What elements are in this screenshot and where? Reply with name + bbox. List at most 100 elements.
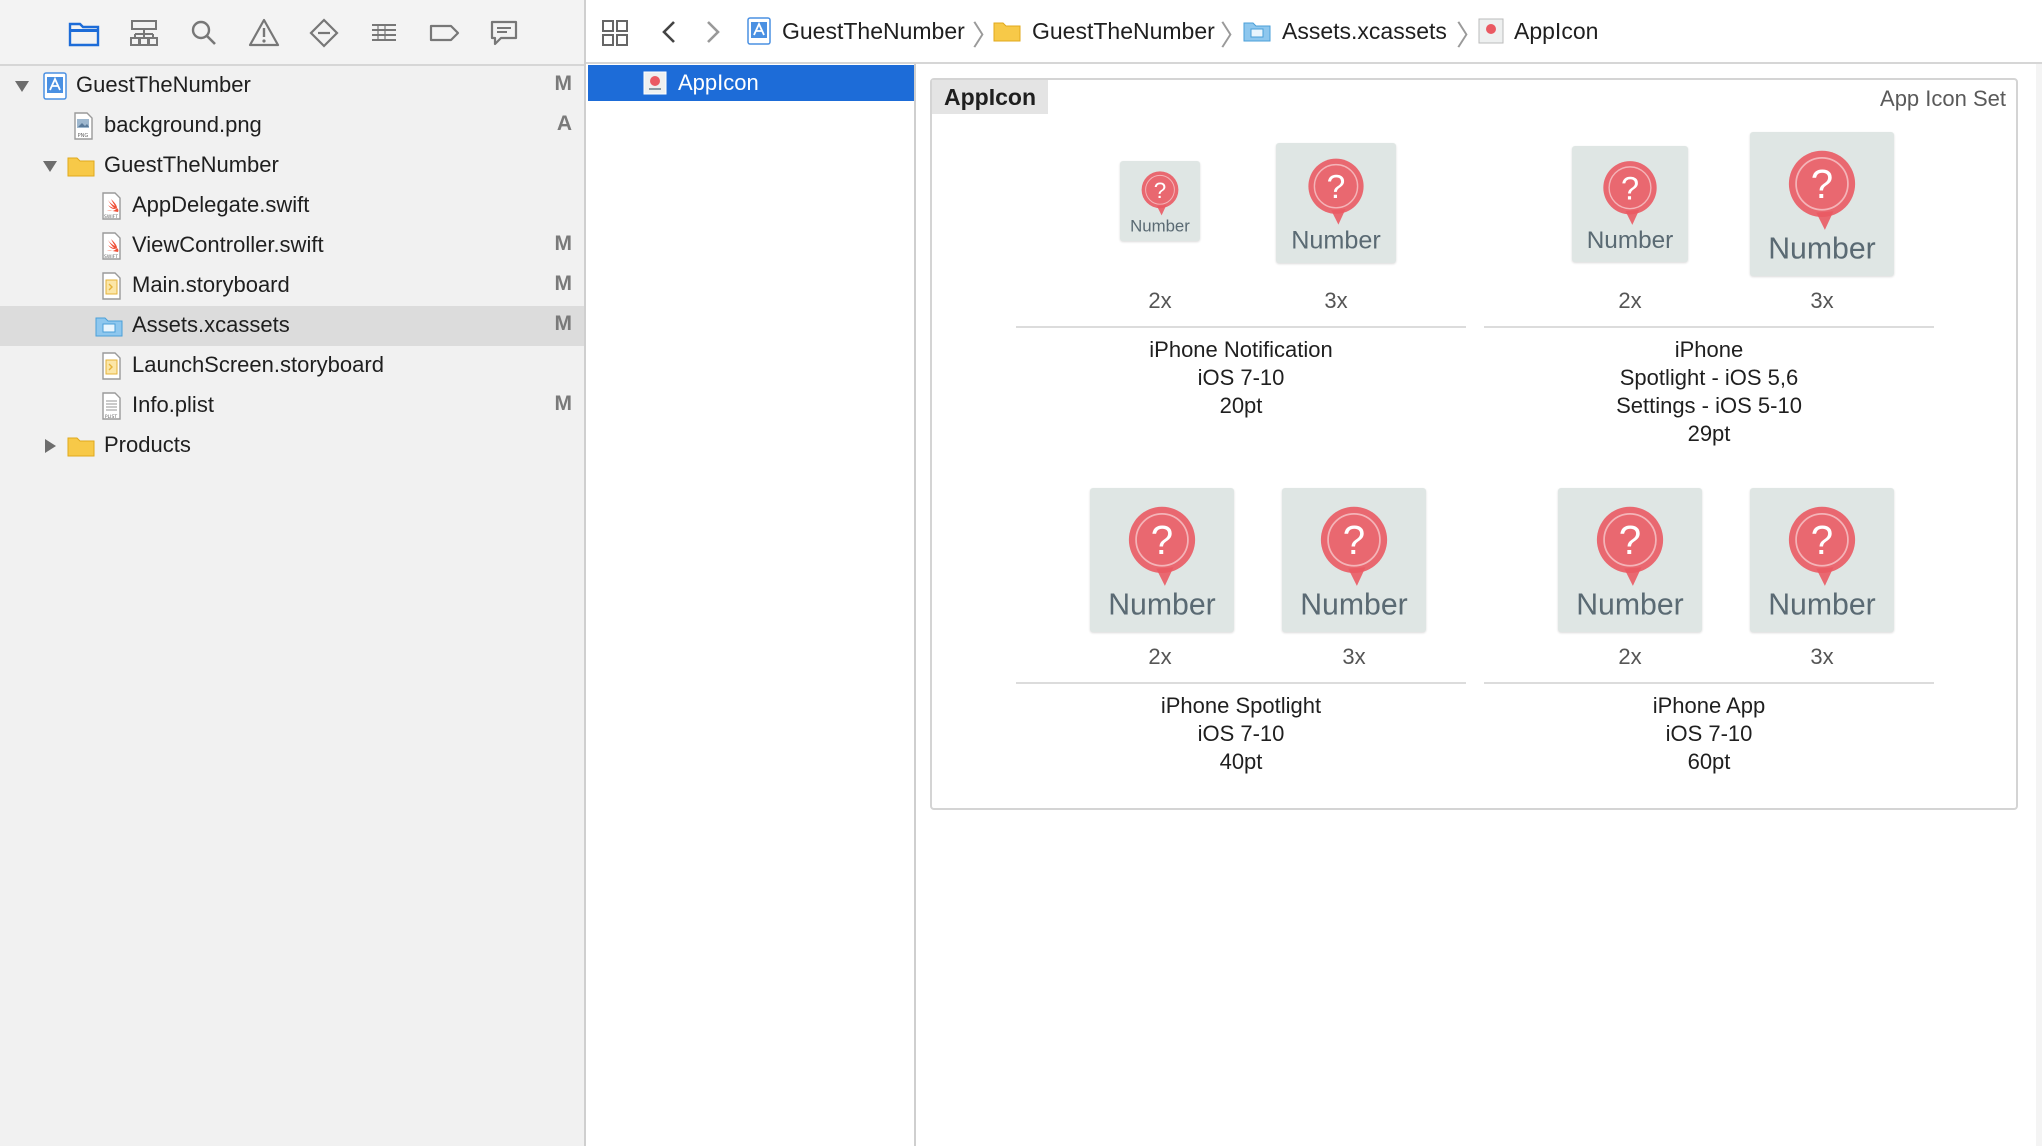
tree-label: GuestTheNumber (76, 72, 251, 97)
xcassets-folder-icon (95, 317, 123, 337)
set-type-label: App Icon Set (1880, 86, 2006, 111)
icon-caption-text: Number (1130, 216, 1190, 235)
icon-slot-notification-3x[interactable]: ? Number (1276, 143, 1396, 263)
tree-label: ViewController.swift (132, 232, 324, 257)
navigator-toolbar (0, 0, 584, 66)
png-file-icon: PNG (74, 112, 93, 140)
caption-line: iPhone (1674, 337, 1744, 362)
tree-row-background-png[interactable]: PNG background.png A (0, 106, 584, 146)
storyboard-icon (102, 352, 121, 380)
icon-slot-notification-2x[interactable]: ? Number (1120, 161, 1200, 241)
tree-row-viewcontroller[interactable]: SWIFT ViewController.swift M (0, 226, 584, 266)
tree-row-info-plist[interactable]: PLIST Info.plist M (0, 386, 584, 426)
caption-line: iPhone Notification (1149, 337, 1333, 362)
tree-row-main-storyboard[interactable]: Main.storyboard M (0, 266, 584, 306)
icon-slot-spotlight-2x[interactable]: ? Number (1090, 488, 1234, 632)
question-mark-text: ? (1343, 517, 1365, 563)
report-icon[interactable] (484, 14, 524, 52)
tree-row-products[interactable]: Products (0, 426, 584, 466)
debug-list-icon[interactable] (364, 14, 404, 52)
caption-line: 60pt (1687, 749, 1731, 774)
appicon-artwork-icon: ? Number (1300, 506, 1408, 622)
question-mark-text: ? (1811, 161, 1833, 207)
vertical-scrollbar[interactable] (2036, 64, 2042, 1146)
project-icon (747, 17, 771, 45)
project-navigator: GuestTheNumber M PNG background.png A Gu… (0, 0, 586, 1146)
breadcrumb-appicon[interactable]: AppIcon (1514, 18, 1598, 45)
swift-file-icon: SWIFT (102, 232, 121, 260)
breakpoint-icon[interactable] (424, 14, 464, 52)
folder-icon[interactable] (64, 14, 104, 52)
svg-text:SWIFT: SWIFT (104, 214, 118, 220)
breadcrumb-project[interactable]: GuestTheNumber (782, 18, 965, 45)
icon-caption-text: Number (1576, 589, 1684, 622)
status-badge: M (554, 392, 573, 415)
icon-slot-settings-3x[interactable]: ? Number (1750, 132, 1894, 276)
appicon-artwork-icon: ? Number (1768, 506, 1876, 622)
caption-line: 29pt (1687, 421, 1731, 446)
question-mark-text: ? (1151, 517, 1173, 563)
folder-icon (67, 437, 95, 457)
back-arrow-icon[interactable] (656, 16, 682, 48)
scale-label: 3x (1324, 288, 1348, 313)
caption-line: Spotlight - iOS 5,6 (1619, 365, 1799, 390)
test-diamond-icon[interactable] (304, 14, 344, 52)
swift-file-icon: SWIFT (102, 192, 121, 220)
tree-label: Assets.xcassets (132, 312, 290, 337)
tree-label: Info.plist (132, 392, 214, 417)
icon-set-panel: AppIcon App Icon Set ? Number ? Number 2x … (930, 78, 2018, 810)
appicon-artwork-icon: ? Number (1587, 161, 1674, 254)
icon-caption-text: Number (1768, 233, 1876, 266)
group-caption-app: iPhone App iOS 7-10 60pt (1484, 692, 1934, 776)
icon-caption-text: Number (1300, 589, 1408, 622)
appicon-artwork-icon: ? Number (1576, 506, 1684, 622)
group-divider (1016, 682, 1466, 684)
status-badge: M (554, 272, 573, 295)
scale-label: 3x (1342, 644, 1366, 669)
disclosure-open-icon[interactable] (40, 156, 60, 176)
breadcrumb-group[interactable]: GuestTheNumber (1032, 18, 1215, 45)
icon-caption-text: Number (1587, 227, 1674, 254)
appicon-artwork-icon: ? Number (1108, 506, 1216, 622)
caption-line: Settings - iOS 5-10 (1616, 393, 1802, 418)
tree-row-project[interactable]: GuestTheNumber M (0, 66, 584, 106)
question-mark-text: ? (1621, 170, 1639, 206)
hierarchy-icon[interactable] (124, 14, 164, 52)
icon-slot-app-2x[interactable]: ? Number (1558, 488, 1702, 632)
tree-row-appdelegate[interactable]: SWIFT AppDelegate.swift (0, 186, 584, 226)
icon-slot-settings-2x[interactable]: ? Number (1572, 146, 1688, 262)
caption-line: 20pt (1219, 393, 1263, 418)
question-mark-text: ? (1327, 169, 1346, 206)
status-badge: A (556, 112, 572, 135)
tree-row-assets-xcassets[interactable]: Assets.xcassets M (0, 306, 584, 346)
disclosure-closed-icon[interactable] (40, 436, 60, 456)
asset-label: AppIcon (678, 70, 759, 95)
icon-caption-text: Number (1768, 589, 1876, 622)
group-divider (1484, 326, 1934, 328)
appicon-artwork-icon: ? Number (1291, 158, 1381, 255)
tree-row-group-folder[interactable]: GuestTheNumber (0, 146, 584, 186)
search-icon[interactable] (184, 14, 224, 52)
scale-label: 3x (1810, 644, 1834, 669)
forward-arrow-icon[interactable] (700, 16, 726, 48)
group-divider (1016, 326, 1466, 328)
scale-label: 2x (1148, 644, 1172, 669)
asset-list: AppIcon (586, 64, 916, 1146)
tree-label: Main.storyboard (132, 272, 290, 297)
icon-slot-spotlight-3x[interactable]: ? Number (1282, 488, 1426, 632)
icon-slot-app-3x[interactable]: ? Number (1750, 488, 1894, 632)
related-items-grid-icon[interactable] (600, 18, 630, 48)
xcassets-folder-icon (1243, 22, 1271, 42)
warning-icon[interactable] (244, 14, 284, 52)
disclosure-open-icon[interactable] (12, 76, 32, 96)
jump-bar: GuestTheNumber 〉 GuestTheNumber 〉 Assets… (586, 0, 2042, 64)
set-name: AppIcon (932, 80, 1048, 114)
tree-row-launchscreen[interactable]: LaunchScreen.storyboard (0, 346, 584, 386)
question-mark-text: ? (1619, 517, 1641, 563)
asset-row-appicon[interactable]: AppIcon (588, 65, 914, 101)
status-badge: M (554, 72, 573, 95)
scale-label: 2x (1618, 644, 1642, 669)
group-caption-settings: iPhone Spotlight - iOS 5,6 Settings - iO… (1484, 336, 1934, 448)
breadcrumb-xcassets[interactable]: Assets.xcassets (1282, 18, 1447, 45)
scale-label: 2x (1148, 288, 1172, 313)
